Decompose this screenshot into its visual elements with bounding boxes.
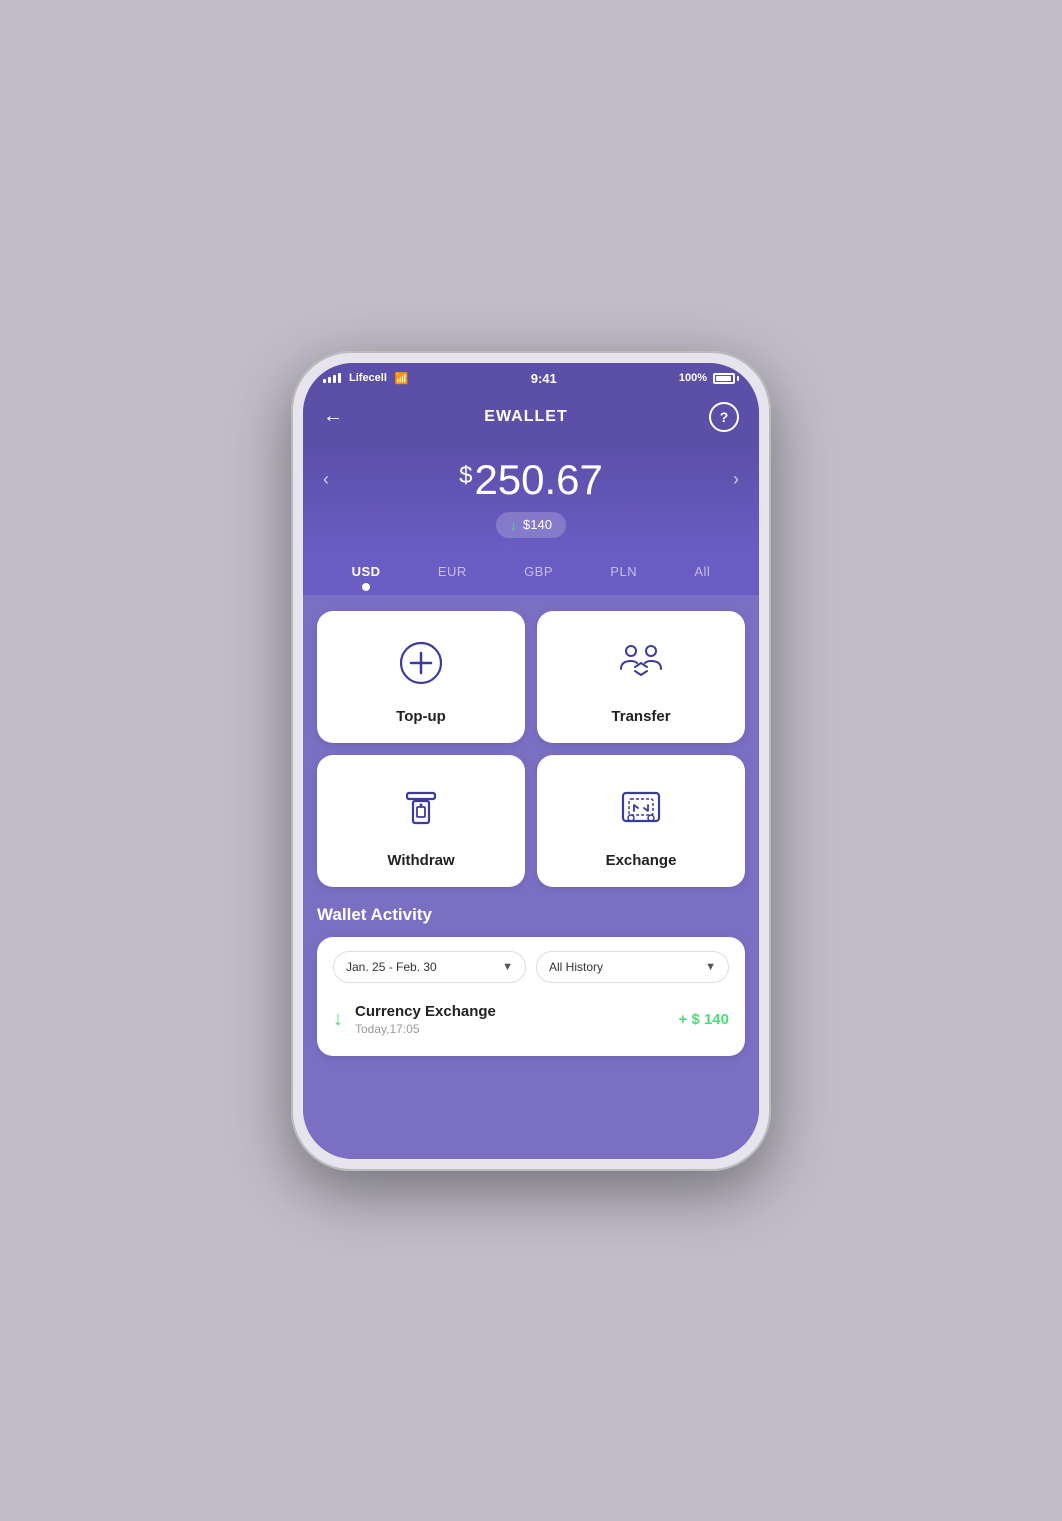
app-title: EWALLET	[484, 408, 567, 426]
exchange-icon	[613, 779, 669, 840]
phone-screen: Lifecell 📶 9:41 100% ← EWALLET ? ‹	[303, 363, 759, 1159]
signal-bars-icon	[323, 373, 341, 383]
main-content: Top-up	[303, 595, 759, 1159]
wallet-activity-title: Wallet Activity	[317, 905, 745, 925]
tab-all[interactable]: All	[686, 560, 718, 595]
battery-percent: 100%	[679, 372, 707, 384]
date-filter-label: Jan. 25 - Feb. 30	[346, 960, 437, 974]
status-right: 100%	[679, 372, 739, 384]
tab-usd[interactable]: USD	[344, 560, 389, 595]
app-header: ← EWALLET ?	[303, 392, 759, 446]
status-left: Lifecell 📶	[323, 372, 409, 385]
balance-section: ‹ $ 250.67 › ↓ $140	[303, 446, 759, 552]
prev-currency-button[interactable]: ‹	[323, 469, 329, 490]
date-chevron-icon: ▼	[502, 961, 513, 973]
history-chevron-icon: ▼	[705, 961, 716, 973]
tab-eur[interactable]: EUR	[430, 560, 475, 595]
activity-card: Jan. 25 - Feb. 30 ▼ All History ▼ ↓ Curr…	[317, 937, 745, 1056]
badge-amount: $140	[523, 517, 552, 532]
history-filter-label: All History	[549, 960, 603, 974]
balance-display: $ 250.67	[459, 456, 603, 504]
carrier-label: Lifecell	[349, 372, 387, 384]
transfer-label: Transfer	[611, 708, 670, 725]
status-bar: Lifecell 📶 9:41 100%	[303, 363, 759, 392]
currency-tabs: USD EUR GBP PLN All	[303, 552, 759, 595]
topup-card[interactable]: Top-up	[317, 611, 525, 743]
filter-row: Jan. 25 - Feb. 30 ▼ All History ▼	[333, 951, 729, 983]
tab-usd-indicator	[362, 583, 370, 591]
badge-arrow-icon: ↓	[510, 517, 517, 533]
transfer-icon	[613, 635, 669, 696]
transaction-info: Currency Exchange Today,17:05	[355, 1003, 667, 1036]
status-time: 9:41	[531, 371, 557, 386]
withdraw-label: Withdraw	[387, 852, 454, 869]
tab-gbp[interactable]: GBP	[516, 560, 561, 595]
currency-symbol: $	[459, 462, 472, 490]
transfer-card[interactable]: Transfer	[537, 611, 745, 743]
exchange-card[interactable]: Exchange	[537, 755, 745, 887]
help-button[interactable]: ?	[709, 402, 739, 432]
topup-icon	[393, 635, 449, 696]
balance-row: ‹ $ 250.67 ›	[323, 456, 739, 512]
next-currency-button[interactable]: ›	[733, 469, 739, 490]
transaction-name: Currency Exchange	[355, 1003, 667, 1020]
transaction-amount: + $ 140	[679, 1011, 729, 1028]
transaction-time: Today,17:05	[355, 1022, 667, 1036]
wifi-icon: 📶	[395, 372, 409, 385]
date-filter-button[interactable]: Jan. 25 - Feb. 30 ▼	[333, 951, 526, 983]
withdraw-icon	[393, 779, 449, 840]
battery-icon	[713, 373, 739, 384]
topup-label: Top-up	[396, 708, 446, 725]
action-grid: Top-up	[317, 611, 745, 887]
history-filter-button[interactable]: All History ▼	[536, 951, 729, 983]
transaction-direction-icon: ↓	[333, 1008, 343, 1031]
tab-pln[interactable]: PLN	[602, 560, 645, 595]
withdraw-card[interactable]: Withdraw	[317, 755, 525, 887]
table-row: ↓ Currency Exchange Today,17:05 + $ 140	[333, 997, 729, 1042]
phone-frame: Lifecell 📶 9:41 100% ← EWALLET ? ‹	[291, 351, 771, 1171]
balance-badge: ↓ $140	[496, 512, 566, 538]
exchange-label: Exchange	[606, 852, 677, 869]
balance-value: 250.67	[474, 456, 602, 504]
back-button[interactable]: ←	[323, 405, 343, 428]
